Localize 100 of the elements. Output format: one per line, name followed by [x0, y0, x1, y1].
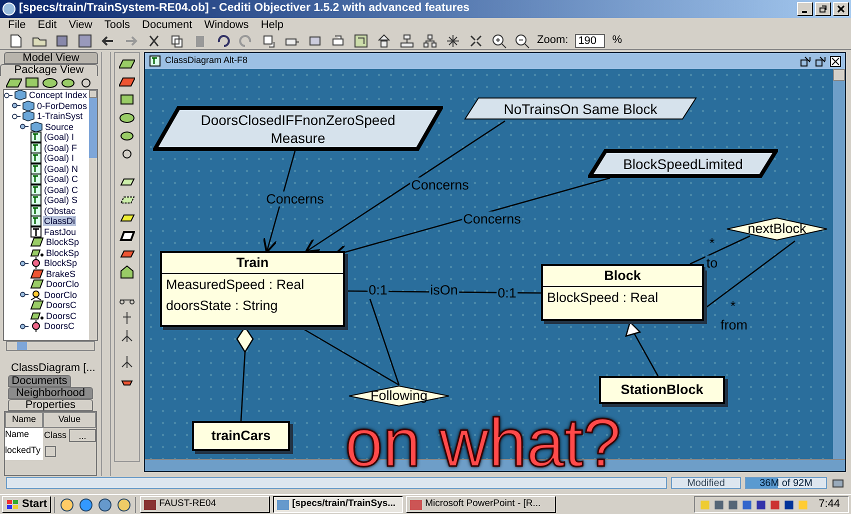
vertical-scrollbar[interactable] — [833, 69, 845, 459]
tree-item[interactable]: ClassDi — [43, 216, 76, 226]
zoom-field[interactable]: 190 — [575, 34, 606, 48]
menu-item[interactable]: Windows — [204, 16, 249, 34]
quick-launch-icon[interactable] — [116, 496, 132, 512]
toolbar-icon[interactable] — [491, 32, 507, 48]
menu-item[interactable]: File — [8, 16, 26, 34]
tree-item[interactable]: (Goal) S — [43, 195, 79, 206]
horizontal-scrollbar[interactable] — [6, 341, 95, 351]
collapsed-handle-icon[interactable] — [12, 102, 21, 110]
palette-tool-icon[interactable] — [119, 75, 135, 89]
menu-item[interactable]: View — [68, 16, 92, 34]
tree-item[interactable]: BlockSp — [45, 237, 80, 248]
quick-launch-icon[interactable] — [59, 496, 76, 512]
menu-item[interactable]: Tools — [104, 16, 130, 34]
collapsed-handle-icon[interactable] — [20, 260, 29, 267]
toolbar-icon[interactable] — [514, 32, 530, 48]
palette-tool-icon[interactable] — [119, 57, 135, 71]
tree-item[interactable]: DoorsC — [45, 310, 78, 321]
palette-tool-icon[interactable] — [119, 229, 135, 243]
vertical-scrollbar[interactable] — [89, 90, 97, 340]
view-tab[interactable]: Package View — [0, 64, 98, 76]
toolbar-icon[interactable] — [353, 32, 369, 48]
tree-item[interactable]: (Goal) C — [43, 174, 80, 184]
tree-item[interactable]: BlockSp — [43, 258, 78, 268]
tray-icon[interactable] — [712, 498, 725, 512]
tree-item[interactable]: DoorsC — [43, 321, 76, 332]
toolbar-icon[interactable] — [261, 32, 277, 48]
class-attribute: BlockSpeed : Real — [546, 289, 660, 307]
tree-item[interactable]: FastJou — [43, 226, 78, 237]
panel-tab[interactable]: Properties — [8, 399, 93, 411]
toolbar-icon[interactable] — [468, 32, 484, 48]
tree-item[interactable]: (Goal) F — [43, 142, 78, 153]
browse-button[interactable]: ... — [69, 429, 96, 442]
garbage-collector-icon[interactable] — [831, 477, 845, 489]
expanded-handle-icon[interactable] — [4, 92, 13, 99]
palette-tool-icon[interactable] — [119, 355, 135, 369]
float-window-icon[interactable] — [800, 56, 811, 66]
menu-item[interactable]: Help — [260, 16, 284, 34]
collapsed-handle-icon[interactable] — [20, 123, 29, 130]
toolbar-icon[interactable] — [8, 32, 24, 48]
tray-icon[interactable] — [782, 498, 795, 512]
toolbar-icon[interactable] — [422, 32, 438, 48]
checkbox[interactable] — [45, 446, 56, 457]
panel-tab[interactable]: Neighborhood — [8, 387, 93, 399]
toolbar-icon[interactable] — [169, 32, 185, 48]
tree-item[interactable]: (Goal) N — [43, 164, 80, 174]
palette-tool-icon[interactable] — [24, 76, 40, 90]
tree-item[interactable]: (Goal) I — [43, 132, 76, 142]
toolbar-icon[interactable] — [77, 32, 93, 48]
restore-button[interactable] — [815, 2, 831, 16]
toolbar-icon[interactable] — [330, 32, 346, 48]
minimize-button[interactable] — [797, 2, 813, 16]
palette-tool-icon[interactable] — [119, 93, 135, 107]
parallelogram-icon — [30, 279, 44, 290]
tree-item[interactable]: BrakeS — [45, 268, 77, 279]
close-button[interactable] — [833, 2, 849, 16]
tree-item[interactable]: DoorClo — [45, 279, 80, 290]
tray-icon[interactable] — [740, 498, 753, 512]
toolbar-icon[interactable] — [399, 32, 415, 48]
menu-item[interactable]: Document — [142, 16, 192, 34]
panel-tab[interactable]: Documents — [8, 375, 71, 387]
tray-icon[interactable] — [768, 498, 781, 512]
tree-item[interactable]: 1-TrainSyst — [36, 111, 84, 122]
collapsed-handle-icon[interactable] — [20, 322, 29, 330]
tree-item[interactable]: Concept Index — [28, 90, 88, 100]
tree-item[interactable]: (Goal) C — [43, 184, 80, 195]
close-icon — [837, 5, 845, 13]
palette-tool-icon[interactable] — [60, 76, 76, 90]
toolbar-icon[interactable] — [215, 32, 231, 48]
tree-item[interactable]: DoorsC — [45, 300, 78, 310]
zoom-label: Zoom: — [537, 33, 568, 48]
tree-item[interactable]: (Obstac — [43, 206, 77, 216]
quick-launch-icon[interactable] — [78, 496, 94, 512]
palette-tool-icon[interactable] — [119, 111, 135, 125]
toolbar-icon[interactable] — [54, 32, 70, 48]
tray-icon[interactable] — [754, 498, 767, 512]
view-tab[interactable]: Model View — [4, 52, 98, 64]
quick-launch-icon[interactable] — [97, 496, 114, 512]
float-window-icon[interactable] — [815, 56, 826, 66]
toolbar-icon[interactable] — [376, 32, 392, 48]
tree-item[interactable]: Source — [44, 122, 75, 132]
palette-tool-icon[interactable] — [119, 265, 135, 279]
taskbar-task[interactable]: Microsoft PowerPoint - [R... — [406, 496, 556, 513]
tree-item[interactable]: BlockSp — [45, 248, 80, 258]
palette-tool-icon[interactable] — [42, 76, 58, 90]
expanded-handle-icon[interactable] — [12, 112, 21, 120]
taskbar-task[interactable]: [specs/train/TrainSys... — [273, 496, 404, 513]
palette-tool-icon[interactable] — [119, 129, 135, 143]
taskbar-task[interactable]: FAUST-RE04 — [140, 496, 270, 513]
collapsed-handle-icon[interactable] — [20, 291, 29, 298]
tray-icon[interactable] — [726, 498, 739, 512]
start-button[interactable]: Start — [2, 496, 52, 513]
toolbar-icon[interactable] — [445, 32, 461, 48]
tree-item[interactable]: 0-ForDemos — [36, 100, 88, 111]
menu-item[interactable]: Edit — [38, 16, 57, 34]
close-icon[interactable] — [830, 56, 841, 66]
palette-tool-icon[interactable] — [119, 329, 135, 343]
tree-item[interactable]: DoorClo — [43, 290, 78, 300]
tree-item[interactable]: (Goal) I — [43, 153, 76, 164]
